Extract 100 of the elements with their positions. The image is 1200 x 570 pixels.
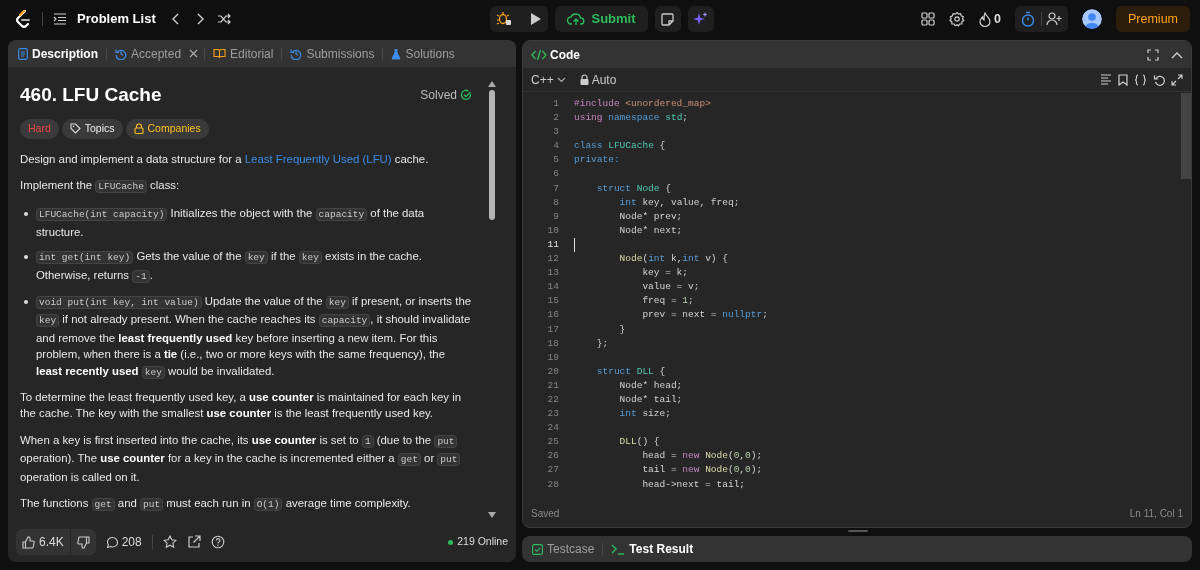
line-number: 20	[546, 364, 559, 379]
tab[interactable]: Description	[16, 44, 100, 63]
settings-icon[interactable]	[949, 11, 966, 27]
description-paragraph: Design and implement a data structure for a Least Frequently Used (LFU) cache.	[20, 151, 430, 167]
line-number: 17	[546, 322, 559, 337]
history-icon	[290, 47, 303, 60]
check-circle-icon	[460, 89, 472, 102]
lock-icon	[579, 74, 589, 85]
note-icon	[661, 12, 675, 26]
problem-title: 460. LFU Cache	[20, 84, 162, 107]
line-number: 9	[552, 209, 559, 224]
bullet-icon	[24, 255, 28, 260]
tab[interactable]: Accepted	[113, 44, 184, 63]
save-status: Saved	[531, 506, 560, 521]
thumbs-down-icon	[76, 535, 90, 549]
description-paragraph: Implement the LFUCache class:	[20, 177, 181, 195]
bookmark-icon[interactable]	[1118, 73, 1128, 86]
code-line: Node* tail;	[618, 392, 683, 407]
line-number: 5	[552, 153, 559, 168]
reset-icon[interactable]	[1153, 73, 1165, 86]
line-number: 10	[546, 223, 559, 238]
tab[interactable]: Editorial	[211, 44, 276, 63]
logo-icon[interactable]	[14, 9, 32, 29]
auto-mode-button[interactable]: Auto	[579, 70, 617, 89]
description-paragraph: The functions get and put must each run in O(1) average time complexity.	[20, 496, 412, 514]
checkbox-icon	[532, 543, 543, 555]
layout-icon[interactable]	[921, 12, 936, 26]
tab[interactable]: Submissions	[288, 44, 377, 63]
difficulty-badge: Hard	[20, 118, 59, 139]
bullet-icon	[24, 300, 28, 304]
code-line: freq = 1;	[641, 294, 694, 309]
bullet-icon	[24, 212, 28, 217]
code-icon	[531, 48, 547, 61]
tab[interactable]: Solutions	[389, 44, 457, 63]
shuffle-icon[interactable]	[216, 13, 231, 25]
code-line: tail = new Node(0,0);	[641, 463, 763, 478]
note-button[interactable]	[654, 6, 681, 32]
premium-button[interactable]: Premium	[1116, 6, 1190, 32]
braces-icon[interactable]	[1134, 73, 1147, 86]
close-icon[interactable]	[189, 49, 199, 58]
line-number: 21	[546, 378, 559, 393]
companies-tag[interactable]: Companies	[125, 118, 209, 139]
code-line: prev = next = nullptr;	[641, 308, 768, 323]
scroll-up-icon[interactable]	[488, 81, 496, 87]
book-icon	[213, 48, 227, 59]
previous-icon[interactable]	[171, 13, 180, 25]
tab[interactable]: Testcase	[530, 540, 597, 558]
format-icon[interactable]	[1100, 74, 1112, 85]
bug-icon	[496, 11, 513, 27]
add-user-icon	[1046, 12, 1064, 26]
tag-icon	[69, 123, 81, 135]
collapse-icon[interactable]	[1171, 50, 1183, 59]
avatar-icon[interactable]	[1082, 9, 1102, 29]
code-line: class LFUCache {	[574, 139, 666, 154]
online-dot	[448, 539, 454, 545]
code-line: DLL() {	[618, 435, 660, 450]
code-line: #include <unordered_map>	[574, 97, 711, 111]
line-number: 14	[546, 280, 559, 295]
ai-assistant-button[interactable]	[687, 6, 714, 32]
code-line: }	[618, 322, 626, 337]
line-number: 6	[552, 167, 559, 182]
code-line: Node* head;	[618, 378, 683, 393]
flame-icon[interactable]	[979, 11, 992, 27]
next-icon[interactable]	[195, 13, 204, 25]
line-number: 1	[552, 97, 559, 111]
comments-button[interactable]: 208	[105, 533, 142, 551]
star-icon[interactable]	[162, 535, 177, 549]
code-line: head->next = tail;	[641, 477, 746, 492]
code-line: private:	[574, 153, 620, 168]
code-line: using namespace std;	[574, 111, 689, 126]
line-number: 2	[552, 111, 559, 126]
line-number: 12	[546, 252, 559, 267]
line-number: 4	[552, 139, 559, 154]
code-line: struct Node {	[595, 181, 671, 196]
help-icon[interactable]	[210, 535, 225, 549]
link[interactable]: Least Frequently Used (LFU)	[244, 152, 392, 165]
scrollbar-thumb[interactable]	[1181, 93, 1191, 179]
tab[interactable]: Test Result	[609, 540, 696, 558]
list-icon[interactable]	[53, 13, 67, 25]
resize-handle[interactable]	[848, 530, 868, 532]
stopwatch-icon	[1021, 11, 1035, 27]
cursor-position: Ln 11, Col 1	[1129, 506, 1183, 521]
problem-list-link[interactable]: Problem List	[77, 9, 156, 29]
terminal-icon	[611, 543, 626, 555]
line-number: 19	[546, 350, 559, 365]
fullscreen-icon[interactable]	[1147, 48, 1159, 61]
solved-status: Solved	[420, 87, 457, 105]
scrollbar-thumb[interactable]	[489, 90, 495, 220]
share-icon[interactable]	[186, 535, 201, 549]
line-number: 18	[546, 336, 559, 351]
scroll-down-icon[interactable]	[488, 512, 496, 518]
code-line: Node* next;	[618, 223, 683, 238]
topics-tag[interactable]: Topics	[61, 118, 123, 139]
language-dropdown[interactable]: C++	[531, 70, 566, 89]
expand-icon[interactable]	[1171, 73, 1183, 86]
line-number: 24	[546, 421, 559, 436]
code-line: struct DLL {	[595, 364, 666, 379]
submit-button[interactable]: Submit	[555, 6, 648, 32]
document-icon	[18, 47, 28, 60]
history-icon	[115, 47, 127, 60]
